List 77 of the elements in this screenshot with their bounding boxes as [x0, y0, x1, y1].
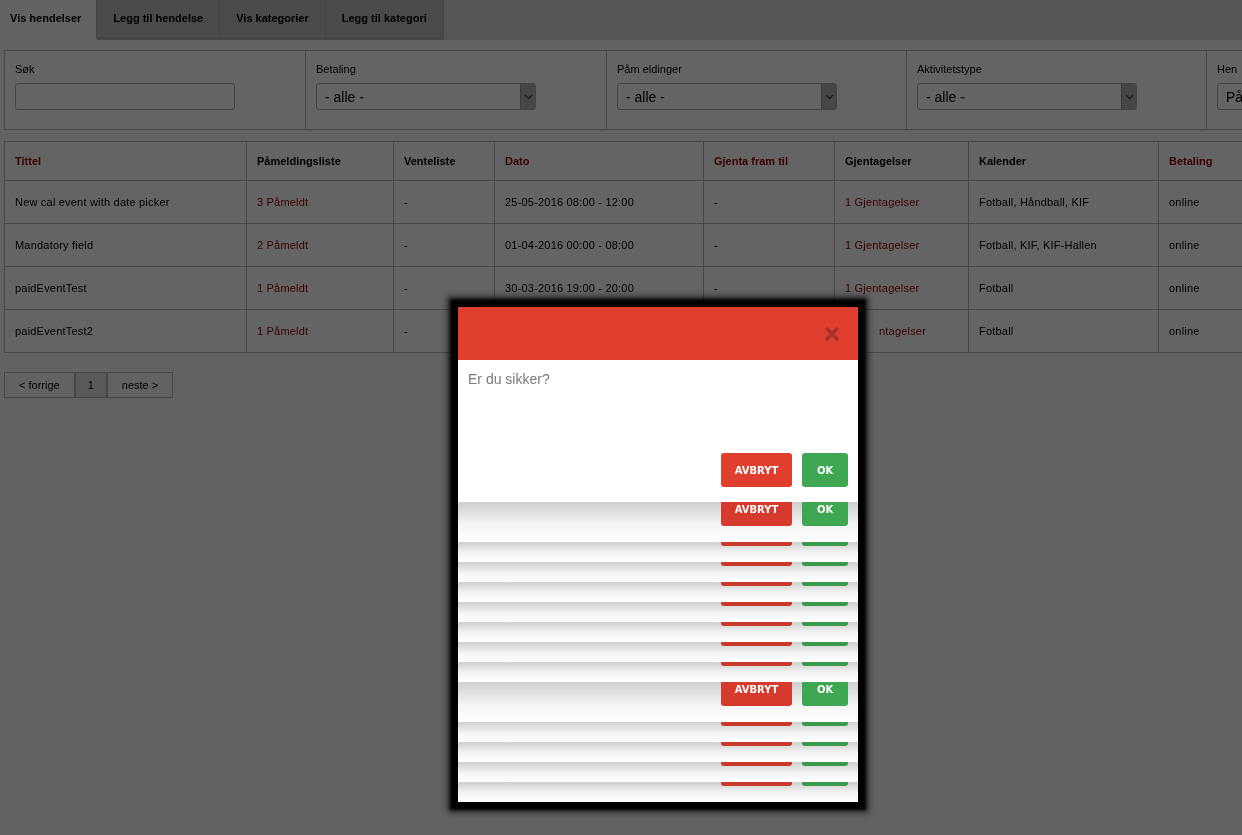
cancel-button-copy[interactable]: AVBRYT — [721, 682, 792, 706]
table-cell[interactable]: 1 Gjentagelser — [834, 223, 969, 267]
column-header: Påmeldingsliste — [246, 141, 394, 181]
table-cell[interactable]: 1 Påmeldt — [246, 309, 394, 353]
column-header: Venteliste — [393, 141, 495, 181]
table-cell: Fotball, Håndball, KIF — [968, 180, 1159, 224]
button-edge — [721, 762, 792, 766]
tab[interactable]: Vis hendelser — [0, 0, 98, 40]
table-cell: paidEventTest2 — [4, 309, 247, 353]
table-cell: Mandatory field — [4, 223, 247, 267]
search-field[interactable] — [15, 83, 235, 110]
dropdown[interactable]: - alle - — [316, 83, 536, 110]
column-header[interactable]: Gjenta fram til — [703, 141, 835, 181]
table-cell: Fotball — [968, 266, 1159, 310]
button-edge — [721, 582, 792, 586]
tab[interactable]: Legg til kategori — [325, 0, 444, 40]
button-edge — [802, 782, 848, 786]
table-cell: - — [393, 223, 495, 267]
page-link[interactable]: neste > — [106, 372, 174, 398]
column-header: Gjentagelser — [834, 141, 969, 181]
button-edge — [802, 542, 848, 546]
ok-button-copy[interactable]: OK — [802, 682, 848, 706]
button-edge — [802, 602, 848, 606]
button-edge — [802, 562, 848, 566]
button-edge — [802, 582, 848, 586]
table-cell: - — [393, 180, 495, 224]
close-icon[interactable] — [825, 326, 839, 341]
button-edge — [802, 622, 848, 626]
column-header: Kalender — [968, 141, 1159, 181]
button-edge — [802, 742, 848, 746]
button-edge — [721, 782, 792, 786]
filter-label: Betaling — [316, 63, 357, 77]
table-cell: Fotball, KIF, KIF-Hallen — [968, 223, 1159, 267]
button-edge — [721, 722, 792, 726]
filter-label: Hen — [1217, 63, 1239, 77]
column-header[interactable]: Tittel — [4, 141, 247, 181]
table-cell[interactable]: 1 Påmeldt — [246, 266, 394, 310]
table-cell: 01-04-2016 00:00 - 08:00 — [494, 223, 704, 267]
dialog-message: Er du sikker? — [467, 370, 551, 387]
dropdown[interactable]: - alle - — [917, 83, 1137, 110]
button-edge — [721, 562, 792, 566]
table-cell[interactable]: 2 Påmeldt — [246, 223, 394, 267]
ok-button-copy[interactable]: OK — [802, 502, 848, 526]
button-edge — [721, 642, 792, 646]
table-cell: 25-05-2016 08:00 - 12:00 — [494, 180, 704, 224]
button-edge — [721, 602, 792, 606]
page-link[interactable]: < forrige — [4, 372, 75, 398]
column-header[interactable]: Dato — [494, 141, 704, 181]
button-edge — [802, 642, 848, 646]
dropdown[interactable]: - alle - — [617, 83, 837, 110]
button-edge — [802, 722, 848, 726]
cancel-button[interactable]: AVBRYT — [721, 453, 792, 487]
table-cell: New cal event with date picker — [4, 180, 247, 224]
caret-icon — [520, 84, 535, 109]
button-edge — [721, 622, 792, 626]
tab[interactable]: Vis kategorier — [220, 0, 326, 40]
button-edge — [802, 662, 848, 666]
table-cell: - — [703, 223, 835, 267]
filter-label: Søk — [15, 63, 36, 77]
tab[interactable]: Legg til hendelse — [97, 0, 221, 40]
button-edge — [802, 762, 848, 766]
table-cell[interactable]: 3 Påmeldt — [246, 180, 394, 224]
column-header[interactable]: Betaling — [1158, 141, 1242, 181]
table-cell: Fotball — [968, 309, 1159, 353]
button-edge — [721, 542, 792, 546]
ok-button[interactable]: OK — [802, 453, 848, 487]
table-cell: - — [703, 180, 835, 224]
table-cell[interactable]: 1 Gjentagelser — [834, 180, 969, 224]
cancel-button-copy[interactable]: AVBRYT — [721, 502, 792, 526]
caret-icon — [821, 84, 836, 109]
table-cell: paidEventTest — [4, 266, 247, 310]
filter-label: Påm eldinger — [617, 63, 683, 77]
button-edge — [721, 662, 792, 666]
button-edge — [721, 742, 792, 746]
page-link[interactable]: 1 — [74, 372, 107, 398]
caret-icon — [1121, 84, 1136, 109]
filter-label: Aktivitetstype — [917, 63, 983, 77]
